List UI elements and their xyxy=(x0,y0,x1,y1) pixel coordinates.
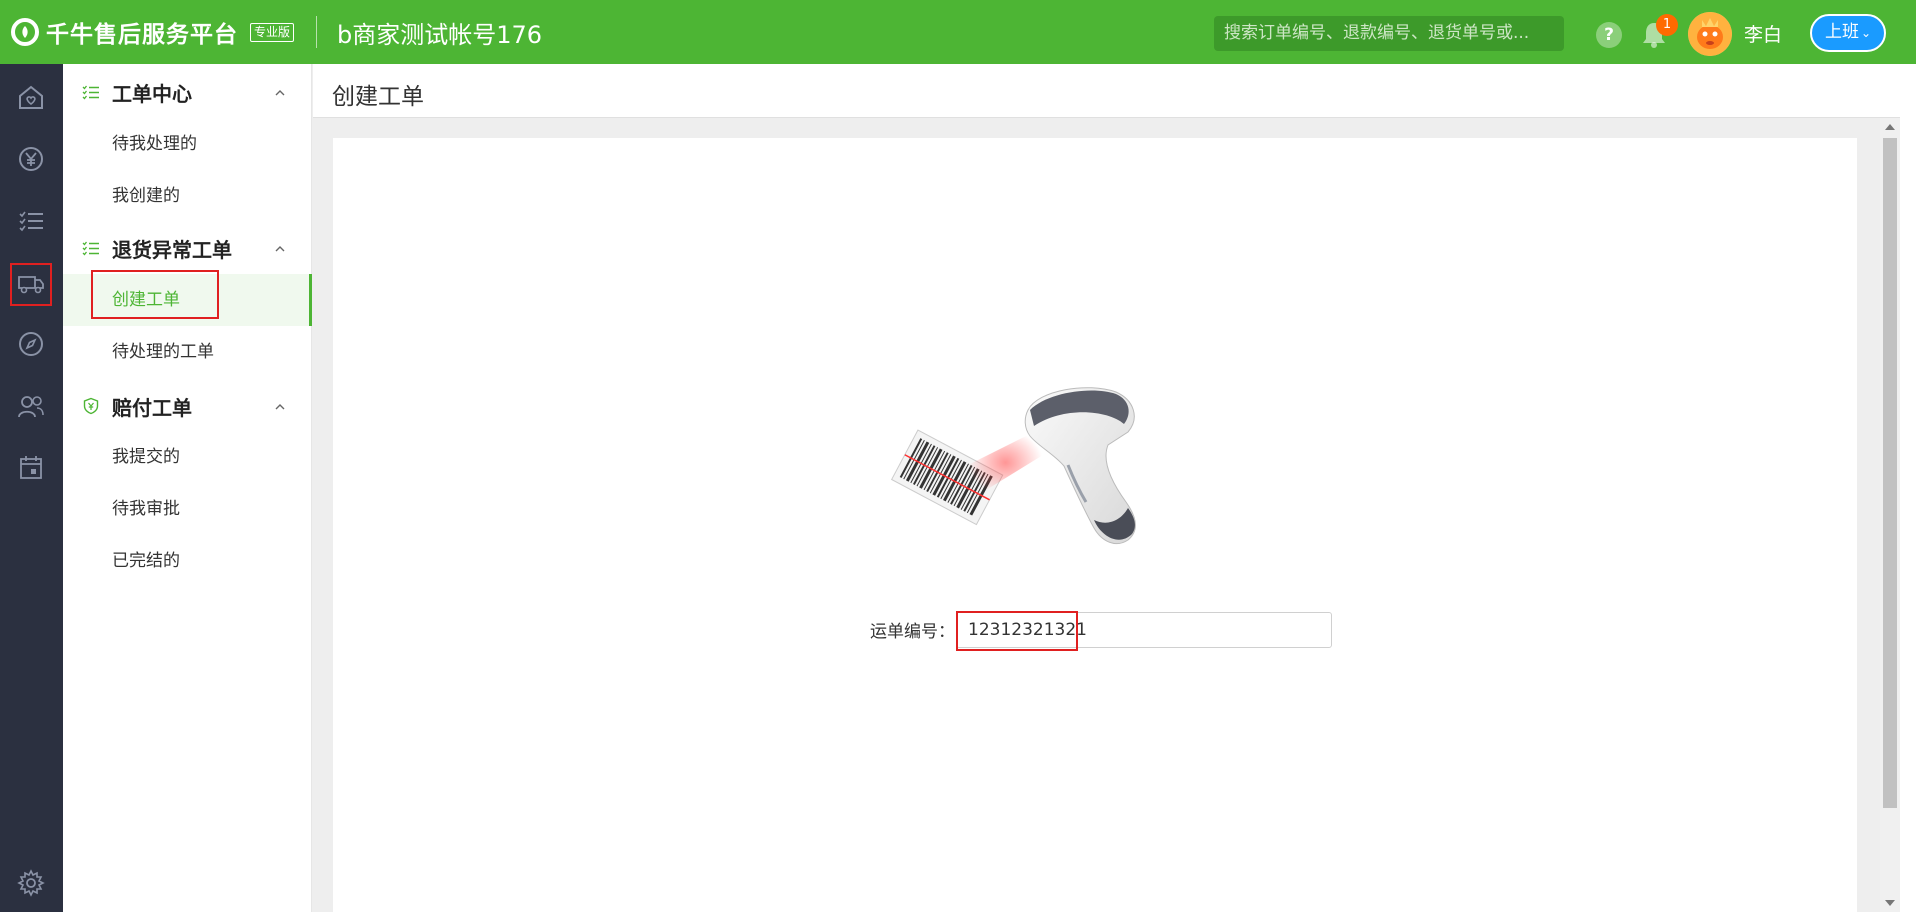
secondary-sidebar: 工单中心 待我处理的 我创建的 退货异常工单 创建工单 待处理的工单 赔付工单 … xyxy=(63,64,312,912)
scroll-down-arrow-icon[interactable] xyxy=(1885,900,1895,906)
waybill-number-input[interactable] xyxy=(956,612,1332,648)
page-scrollbar[interactable] xyxy=(1880,118,1900,912)
list-check-icon xyxy=(82,239,100,257)
yen-icon[interactable] xyxy=(14,142,48,176)
work-status-label: 上班 xyxy=(1824,22,1859,42)
primary-nav-rail xyxy=(0,64,63,912)
sidebar-item-completed[interactable]: 已完结的 xyxy=(63,535,312,587)
edition-badge: 专业版 xyxy=(250,22,295,42)
sidebar-group-return-exception[interactable]: 退货异常工单 xyxy=(63,228,312,268)
waybill-label: 运单编号： xyxy=(870,622,955,642)
brand[interactable]: 千牛售后服务平台 专业版 b商家测试帐号176 xyxy=(10,0,542,64)
compass-icon[interactable] xyxy=(14,327,48,361)
sidebar-item-pending-mine[interactable]: 待我处理的 xyxy=(63,118,312,170)
account-name: b商家测试帐号176 xyxy=(337,20,543,49)
sidebar-group-ticket-center[interactable]: 工单中心 xyxy=(63,72,312,112)
sidebar-item-created-by-me[interactable]: 我创建的 xyxy=(63,170,312,222)
rail-selection-highlight xyxy=(10,263,52,306)
help-icon[interactable]: ? xyxy=(1596,22,1622,48)
notification-badge: 1 xyxy=(1656,14,1678,36)
chevron-down-icon: ⌄ xyxy=(1860,26,1872,40)
sidebar-group-title: 退货异常工单 xyxy=(112,237,232,262)
task-list-icon[interactable] xyxy=(14,204,48,238)
list-check-icon xyxy=(82,83,100,101)
scroll-up-arrow-icon[interactable] xyxy=(1885,124,1895,130)
barcode-scanner-illustration xyxy=(888,370,1208,580)
sidebar-group-title: 工单中心 xyxy=(112,81,192,106)
page-header: 创建工单 xyxy=(313,64,1900,118)
nav-selection-highlight xyxy=(91,270,219,319)
settings-icon[interactable] xyxy=(14,866,48,900)
top-bar: 千牛售后服务平台 专业版 b商家测试帐号176 ? 1 李白 上班⌄ xyxy=(0,0,1916,64)
sidebar-group-title: 赔付工单 xyxy=(112,395,192,420)
users-icon[interactable] xyxy=(14,389,48,423)
home-icon[interactable] xyxy=(14,80,48,114)
calendar-icon[interactable] xyxy=(14,450,48,484)
right-gutter xyxy=(1900,64,1916,912)
brand-title: 千牛售后服务平台 xyxy=(46,22,238,48)
brand-logo-icon xyxy=(10,17,40,47)
global-search-input[interactable] xyxy=(1214,16,1564,51)
chevron-up-icon[interactable] xyxy=(273,399,287,413)
shield-yen-icon xyxy=(82,397,100,415)
sidebar-item-pending-approval[interactable]: 待我审批 xyxy=(63,483,312,535)
chevron-up-icon[interactable] xyxy=(273,85,287,99)
avatar[interactable] xyxy=(1688,12,1732,56)
header-divider xyxy=(316,16,318,48)
sidebar-item-pending-tickets[interactable]: 待处理的工单 xyxy=(63,326,312,378)
chevron-up-icon[interactable] xyxy=(273,241,287,255)
work-status-button[interactable]: 上班 ⌄ xyxy=(1810,14,1886,52)
scroll-thumb[interactable] xyxy=(1883,138,1897,808)
page-title: 创建工单 xyxy=(332,84,424,110)
create-ticket-card: 运单编号： xyxy=(333,138,1857,912)
sidebar-item-submitted[interactable]: 我提交的 xyxy=(63,431,312,483)
user-name[interactable]: 李白 xyxy=(1744,20,1782,47)
sidebar-group-compensation[interactable]: 赔付工单 xyxy=(63,386,312,426)
